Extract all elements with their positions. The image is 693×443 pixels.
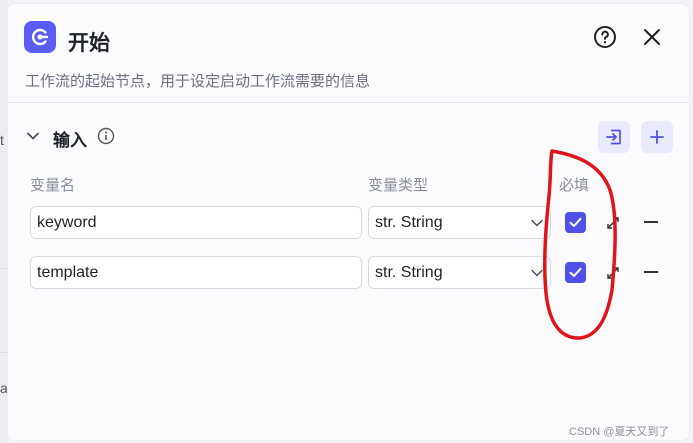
check-icon — [569, 267, 582, 277]
chevron-down-icon — [531, 269, 543, 277]
dialog-description: 工作流的起始节点，用于设定启动工作流需要的信息 — [25, 73, 371, 90]
type-prefix: str. — [375, 264, 397, 281]
background-text-fragment: a — [0, 380, 8, 396]
variable-row: keyword str. String — [8, 206, 689, 240]
type-prefix: str. — [375, 214, 397, 231]
import-button[interactable] — [598, 121, 630, 153]
variable-name-input[interactable]: template — [30, 256, 362, 289]
header-divider — [8, 102, 689, 103]
remove-variable-button[interactable] — [644, 221, 658, 223]
variable-row: template str. String — [8, 256, 689, 290]
variable-type-select[interactable]: str. String — [368, 206, 551, 239]
chevron-down-icon[interactable] — [25, 128, 41, 144]
variable-name-input[interactable]: keyword — [30, 206, 362, 239]
column-header-name: 变量名 — [30, 177, 76, 194]
check-icon — [569, 217, 582, 227]
input-section-title: 输入 — [53, 131, 87, 150]
close-icon[interactable] — [642, 27, 662, 47]
type-label: String — [400, 214, 443, 231]
info-icon[interactable] — [97, 127, 115, 145]
add-variable-button[interactable] — [641, 121, 673, 153]
required-checkbox[interactable] — [565, 212, 586, 233]
remove-variable-button[interactable] — [644, 271, 658, 273]
plus-icon — [650, 130, 664, 144]
expand-icon[interactable] — [604, 214, 622, 232]
start-node-icon — [24, 21, 56, 53]
required-checkbox[interactable] — [565, 262, 586, 283]
type-label: String — [400, 264, 443, 281]
variable-type-select[interactable]: str. String — [368, 256, 551, 289]
start-node-panel: 开始 工作流的起始节点，用于设定启动工作流需要的信息 输入 变量名 变量类型 必… — [7, 3, 690, 441]
column-header-type: 变量类型 — [368, 177, 429, 194]
watermark: CSDN @夏天又到了 — [569, 426, 670, 438]
chevron-down-icon — [531, 219, 543, 227]
background-text-fragment: t — [0, 132, 4, 148]
help-icon[interactable] — [593, 25, 617, 49]
column-header-required: 必填 — [559, 177, 590, 194]
dialog-title: 开始 — [68, 32, 110, 55]
import-icon — [606, 129, 621, 145]
expand-icon[interactable] — [604, 264, 622, 282]
